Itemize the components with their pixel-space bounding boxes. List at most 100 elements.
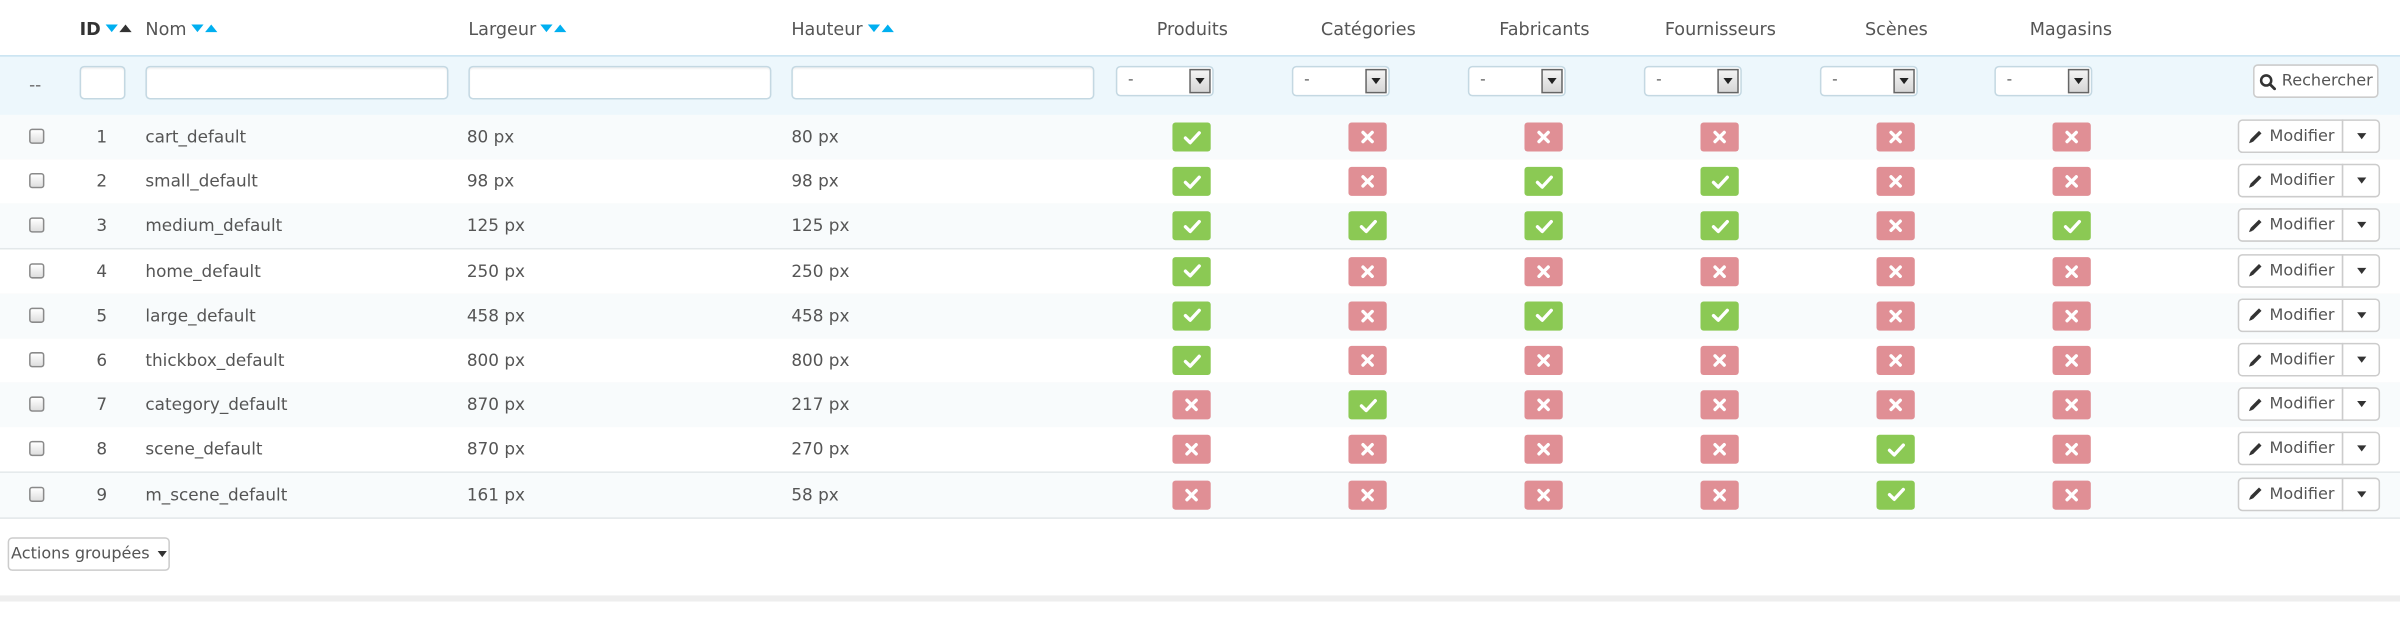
status-toggle-scenes[interactable] xyxy=(1876,122,1915,152)
row-actions-dropdown-button[interactable] xyxy=(2341,298,2381,332)
status-toggle-produits[interactable] xyxy=(1172,390,1211,420)
status-toggle-categories[interactable] xyxy=(1348,390,1387,420)
status-toggle-magasins[interactable] xyxy=(2052,301,2091,331)
table-row[interactable]: 8 scene_default 870 px 270 px Modifier xyxy=(0,427,2400,474)
table-row[interactable]: 9 m_scene_default 161 px 58 px Modifier xyxy=(0,472,2400,519)
status-toggle-fabricants[interactable] xyxy=(1524,479,1563,510)
row-select-checkbox[interactable] xyxy=(29,307,45,323)
status-toggle-scenes[interactable] xyxy=(1876,345,1915,375)
edit-button[interactable]: Modifier xyxy=(2237,476,2344,511)
sort-arrows-icon[interactable] xyxy=(191,24,218,33)
status-toggle-produits[interactable] xyxy=(1172,256,1211,286)
table-row[interactable]: 5 large_default 458 px 458 px Modifier xyxy=(0,293,2400,340)
edit-button[interactable]: Modifier xyxy=(2237,298,2344,332)
status-toggle-produits[interactable] xyxy=(1172,211,1211,241)
edit-button[interactable]: Modifier xyxy=(2237,253,2344,288)
col-header-nom[interactable]: Nom xyxy=(145,0,218,57)
status-toggle-scenes[interactable] xyxy=(1876,435,1915,465)
row-actions-dropdown-button[interactable] xyxy=(2341,164,2381,198)
sort-arrows-icon[interactable] xyxy=(540,24,567,33)
status-toggle-fournisseurs[interactable] xyxy=(1700,479,1739,510)
status-toggle-categories[interactable] xyxy=(1348,301,1387,331)
status-toggle-magasins[interactable] xyxy=(2052,256,2091,286)
status-toggle-scenes[interactable] xyxy=(1876,479,1915,510)
row-select-checkbox[interactable] xyxy=(29,486,45,502)
filter-hauteur-input[interactable] xyxy=(791,65,1095,100)
dropdown-arrow-icon[interactable] xyxy=(1717,68,1739,94)
table-row[interactable]: 6 thickbox_default 800 px 800 px Modifier xyxy=(0,338,2400,385)
row-select-checkbox[interactable] xyxy=(29,128,45,144)
status-toggle-scenes[interactable] xyxy=(1876,167,1915,197)
filter-id-input[interactable] xyxy=(79,65,126,100)
status-toggle-fabricants[interactable] xyxy=(1524,301,1563,331)
status-toggle-fournisseurs[interactable] xyxy=(1700,435,1739,465)
status-toggle-categories[interactable] xyxy=(1348,435,1387,465)
table-row[interactable]: 4 home_default 250 px 250 px Modifier xyxy=(0,248,2400,295)
status-toggle-magasins[interactable] xyxy=(2052,345,2091,375)
table-row[interactable]: 2 small_default 98 px 98 px Modifier xyxy=(0,159,2400,206)
status-toggle-fournisseurs[interactable] xyxy=(1700,167,1739,197)
status-toggle-categories[interactable] xyxy=(1348,479,1387,510)
row-actions-dropdown-button[interactable] xyxy=(2341,208,2381,243)
table-row[interactable]: 3 medium_default 125 px 125 px Modifier xyxy=(0,204,2400,251)
status-toggle-categories[interactable] xyxy=(1348,167,1387,197)
filter-magasins-select[interactable]: - xyxy=(1994,65,2093,97)
status-toggle-fabricants[interactable] xyxy=(1524,390,1563,420)
dropdown-arrow-icon[interactable] xyxy=(1541,68,1563,94)
status-toggle-fabricants[interactable] xyxy=(1524,122,1563,152)
dropdown-arrow-icon[interactable] xyxy=(1365,68,1387,94)
edit-button[interactable]: Modifier xyxy=(2237,387,2344,422)
table-row[interactable]: 1 cart_default 80 px 80 px Modifier xyxy=(0,114,2400,161)
row-select-checkbox[interactable] xyxy=(29,396,45,413)
edit-button[interactable]: Modifier xyxy=(2237,208,2344,243)
dropdown-arrow-icon[interactable] xyxy=(1893,68,1915,94)
status-toggle-magasins[interactable] xyxy=(2052,211,2091,241)
status-toggle-scenes[interactable] xyxy=(1876,256,1915,286)
status-toggle-fournisseurs[interactable] xyxy=(1700,122,1739,152)
status-toggle-magasins[interactable] xyxy=(2052,479,2091,510)
status-toggle-categories[interactable] xyxy=(1348,256,1387,286)
status-toggle-categories[interactable] xyxy=(1348,122,1387,152)
row-select-checkbox[interactable] xyxy=(29,173,45,189)
status-toggle-fabricants[interactable] xyxy=(1524,167,1563,197)
status-toggle-fabricants[interactable] xyxy=(1524,435,1563,465)
status-toggle-scenes[interactable] xyxy=(1876,390,1915,420)
status-toggle-produits[interactable] xyxy=(1172,301,1211,331)
status-toggle-scenes[interactable] xyxy=(1876,301,1915,331)
table-row[interactable]: 7 category_default 870 px 217 px Modifier xyxy=(0,382,2400,429)
row-actions-dropdown-button[interactable] xyxy=(2341,119,2381,154)
status-toggle-magasins[interactable] xyxy=(2052,122,2091,152)
edit-button[interactable]: Modifier xyxy=(2237,164,2344,198)
edit-button[interactable]: Modifier xyxy=(2237,119,2344,154)
status-toggle-magasins[interactable] xyxy=(2052,167,2091,197)
status-toggle-fournisseurs[interactable] xyxy=(1700,390,1739,420)
status-toggle-fabricants[interactable] xyxy=(1524,345,1563,375)
row-select-checkbox[interactable] xyxy=(29,441,45,457)
filter-produits-select[interactable]: - xyxy=(1115,65,1214,97)
row-actions-dropdown-button[interactable] xyxy=(2341,342,2381,377)
status-toggle-categories[interactable] xyxy=(1348,345,1387,375)
filter-categories-select[interactable]: - xyxy=(1291,65,1390,97)
status-toggle-magasins[interactable] xyxy=(2052,435,2091,465)
status-toggle-magasins[interactable] xyxy=(2052,390,2091,420)
filter-fabricants-select[interactable]: - xyxy=(1467,65,1566,97)
row-actions-dropdown-button[interactable] xyxy=(2341,476,2381,511)
status-toggle-fournisseurs[interactable] xyxy=(1700,256,1739,286)
col-header-id[interactable]: ID xyxy=(80,0,132,57)
status-toggle-produits[interactable] xyxy=(1172,345,1211,375)
row-actions-dropdown-button[interactable] xyxy=(2341,253,2381,288)
row-select-checkbox[interactable] xyxy=(29,217,45,234)
col-header-hauteur[interactable]: Hauteur xyxy=(791,0,894,57)
edit-button[interactable]: Modifier xyxy=(2237,342,2344,377)
status-toggle-fournisseurs[interactable] xyxy=(1700,211,1739,241)
row-actions-dropdown-button[interactable] xyxy=(2341,387,2381,422)
edit-button[interactable]: Modifier xyxy=(2237,432,2344,466)
status-toggle-categories[interactable] xyxy=(1348,211,1387,241)
row-select-checkbox[interactable] xyxy=(29,262,45,278)
filter-largeur-input[interactable] xyxy=(468,65,772,100)
status-toggle-produits[interactable] xyxy=(1172,122,1211,152)
col-header-largeur[interactable]: Largeur xyxy=(468,0,567,57)
row-select-checkbox[interactable] xyxy=(29,352,45,368)
filter-fournisseurs-select[interactable]: - xyxy=(1643,65,1742,97)
sort-arrows-icon[interactable] xyxy=(105,24,132,33)
